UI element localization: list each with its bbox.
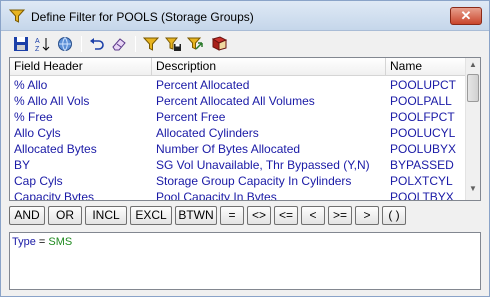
less-equal-button[interactable]: <= [274, 206, 298, 225]
less-than-button[interactable]: < [301, 206, 325, 225]
filter-icon [143, 37, 159, 51]
description-cell: Percent Free [156, 110, 226, 124]
description-cell: Pool Capacity In Bytes [156, 190, 277, 201]
book-icon [211, 36, 227, 51]
description-cell: SG Vol Unavailable, Thr Bypassed (Y,N) [156, 158, 370, 172]
table-row[interactable]: % Free Percent Free POOLFPCT [10, 109, 466, 125]
filter-save-icon [165, 37, 181, 51]
expression-field: Type [12, 236, 36, 248]
undo-icon [90, 38, 104, 50]
name-cell: POOLPALL [390, 94, 452, 108]
toolbar: A Z [9, 33, 481, 55]
filter-expression-editor[interactable]: Type = SMS [9, 232, 481, 290]
field-header-cell: Capacity Bytes [14, 190, 95, 201]
incl-button[interactable]: INCL [85, 206, 127, 225]
field-grid: Field Header Description Name % Allo Per… [9, 57, 481, 201]
name-cell: POOLTBYX [390, 190, 454, 201]
undo-button[interactable] [87, 35, 107, 53]
globe-button[interactable] [55, 35, 75, 53]
table-row[interactable]: Allocated Bytes Number Of Bytes Allocate… [10, 141, 466, 157]
filter-apply-button[interactable] [185, 35, 205, 53]
field-header-cell: Allo Cyls [14, 126, 61, 140]
description-cell: Allocated Cylinders [156, 126, 259, 140]
toolbar-separator [135, 36, 136, 52]
expression-operator: = [35, 236, 49, 248]
name-cell: POOLUPCT [390, 78, 457, 92]
and-button[interactable]: AND [9, 206, 45, 225]
filter-button[interactable] [141, 35, 161, 53]
table-row[interactable]: BY SG Vol Unavailable, Thr Bypassed (Y,N… [10, 157, 466, 173]
title-bar[interactable]: Define Filter for POOLS (Storage Groups)… [1, 1, 489, 31]
sort-az-icon: A Z [35, 38, 50, 52]
scroll-thumb[interactable] [467, 74, 479, 102]
not-equal-button[interactable]: <> [247, 206, 271, 225]
greater-equal-button[interactable]: >= [328, 206, 352, 225]
column-header-name[interactable]: Name [386, 58, 466, 76]
description-cell: Storage Group Capacity In Cylinders [156, 174, 352, 188]
description-cell: Percent Allocated [156, 78, 250, 92]
expression-value: SMS [48, 236, 73, 248]
name-cell: POOLFPCT [390, 110, 455, 124]
description-cell: Percent Allocated All Volumes [156, 94, 315, 108]
table-row[interactable]: Capacity Bytes Pool Capacity In Bytes PO… [10, 189, 466, 201]
save-icon [14, 37, 28, 51]
name-cell: POLXTCYL [390, 174, 453, 188]
clear-button[interactable] [109, 35, 129, 53]
table-row[interactable]: % Allo All Vols Percent Allocated All Vo… [10, 93, 466, 109]
table-row[interactable]: Allo Cyls Allocated Cylinders POOLUCYL [10, 125, 466, 141]
field-header-cell: Cap Cyls [14, 174, 63, 188]
scroll-down-icon[interactable]: ▼ [466, 182, 480, 196]
toolbar-separator [81, 36, 82, 52]
filter-dialog: Define Filter for POOLS (Storage Groups)… [0, 0, 490, 297]
greater-than-button[interactable]: > [355, 206, 379, 225]
eraser-icon [112, 38, 126, 51]
table-row[interactable]: % Allo Percent Allocated POOLUPCT [10, 77, 466, 93]
vertical-scrollbar[interactable]: ▲ ▼ [465, 58, 480, 200]
help-button[interactable] [209, 35, 229, 53]
close-button[interactable]: ✕ [450, 7, 482, 25]
column-header-field-header[interactable]: Field Header [10, 58, 152, 76]
svg-text:Z: Z [35, 46, 40, 52]
window-title: Define Filter for POOLS (Storage Groups) [31, 10, 254, 24]
filter-apply-icon [187, 37, 203, 50]
funnel-icon [9, 9, 25, 23]
parentheses-button[interactable]: ( ) [382, 206, 406, 225]
field-header-cell: % Free [14, 110, 53, 124]
field-header-cell: % Allo [14, 78, 48, 92]
grid-rows: % Allo Percent Allocated POOLUPCT % Allo… [10, 77, 466, 201]
description-cell: Number Of Bytes Allocated [156, 142, 301, 156]
field-header-cell: % Allo All Vols [14, 94, 90, 108]
filter-save-button[interactable] [163, 35, 183, 53]
field-header-cell: Allocated Bytes [14, 142, 97, 156]
name-cell: BYPASSED [390, 158, 454, 172]
field-header-cell: BY [14, 158, 31, 172]
name-cell: POOLUBYX [390, 142, 457, 156]
grid-header: Field Header Description Name [10, 58, 466, 76]
save-button[interactable] [11, 35, 31, 53]
name-cell: POOLUCYL [390, 126, 456, 140]
or-button[interactable]: OR [48, 206, 82, 225]
excl-button[interactable]: EXCL [130, 206, 172, 225]
equal-button[interactable]: = [220, 206, 244, 225]
svg-text:A: A [35, 38, 40, 45]
btwn-button[interactable]: BTWN [175, 206, 217, 225]
scroll-up-icon[interactable]: ▲ [466, 58, 480, 72]
sort-button[interactable]: A Z [33, 35, 53, 53]
globe-icon [58, 37, 72, 52]
table-row[interactable]: Cap Cyls Storage Group Capacity In Cylin… [10, 173, 466, 189]
column-header-description[interactable]: Description [152, 58, 386, 76]
